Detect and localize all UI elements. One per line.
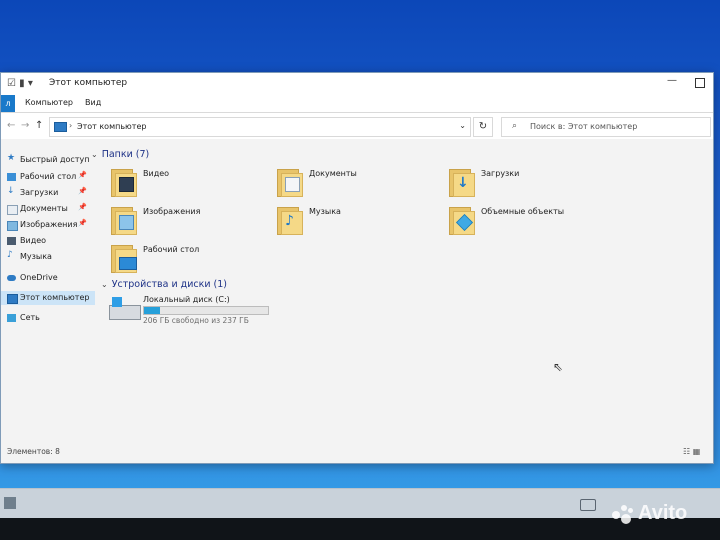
music-icon: ♪ <box>7 250 13 260</box>
view-toggle-icons[interactable]: ☷ ▦ <box>683 447 700 456</box>
search-input[interactable]: ⌕ Поиск в: Этот компьютер <box>501 117 711 137</box>
start-icon[interactable] <box>4 497 16 509</box>
computer-icon <box>54 122 67 132</box>
status-item-count: Элементов: 8 <box>7 447 60 456</box>
drive-usage-bar <box>143 306 269 315</box>
mouse-cursor-icon: ⇖ <box>553 360 564 374</box>
folders-group-header[interactable]: ⌄ Папки (7) <box>91 149 149 160</box>
star-icon: ★ <box>7 153 16 163</box>
keyboard-icon[interactable] <box>580 499 596 511</box>
computer-icon <box>7 294 18 304</box>
minimize-button[interactable]: — <box>667 75 677 86</box>
search-icon: ⌕ <box>512 121 518 131</box>
sidebar-item-desktop[interactable]: Рабочий стол 📌 <box>1 170 95 184</box>
folder-video[interactable]: Видео <box>111 167 271 201</box>
avito-logo-icon <box>612 504 634 524</box>
folder-desktop[interactable]: Рабочий стол <box>111 243 271 277</box>
downloads-folder-icon: ↓ <box>449 167 475 197</box>
sidebar-item-network[interactable]: Сеть <box>1 311 95 325</box>
forward-arrow-icon[interactable]: → <box>21 120 29 131</box>
folder-documents[interactable]: Документы <box>277 167 437 201</box>
video-icon <box>7 237 16 245</box>
drive-c[interactable]: Локальный диск (C:) 206 ГБ свободно из 2… <box>109 295 309 331</box>
address-path: Этот компьютер <box>77 122 147 131</box>
documents-icon <box>7 205 18 215</box>
drive-usage-fill <box>144 307 161 314</box>
music-folder-icon: ♪ <box>277 205 303 235</box>
navigation-pane: ★ Быстрый доступ Рабочий стол 📌 ↓ Загруз… <box>1 143 97 443</box>
chevron-down-icon[interactable]: ⌄ <box>91 150 98 159</box>
folder-music[interactable]: ♪ Музыка <box>277 205 437 239</box>
address-bar[interactable]: › Этот компьютер ⌄ <box>49 117 471 137</box>
chevron-right-icon[interactable]: › <box>69 121 72 130</box>
ribbon-tabs: л Компьютер Вид <box>1 95 713 113</box>
content-pane: ⌄ Папки (7) Видео Документы ↓ Загрузки И… <box>91 143 709 443</box>
sidebar-item-this-pc[interactable]: Этот компьютер <box>1 291 95 305</box>
window-title: Этот компьютер <box>49 78 128 88</box>
pin-icon[interactable]: 📌 <box>78 219 87 227</box>
chevron-down-icon[interactable]: ⌄ <box>101 280 108 289</box>
address-row: ← → ↑ › Этот компьютер ⌄ ↻ ⌕ Поиск в: Эт… <box>1 113 713 139</box>
avito-watermark: Avito <box>612 502 687 525</box>
sidebar-item-music[interactable]: ♪ Музыка <box>1 250 95 264</box>
desktop-folder-icon <box>111 243 137 273</box>
pin-icon[interactable]: 📌 <box>78 187 87 195</box>
drives-group-header[interactable]: ⌄ Устройства и диски (1) <box>101 279 227 290</box>
folder-3d-objects[interactable]: Объемные объекты <box>449 205 609 239</box>
tab-computer[interactable]: Компьютер <box>25 98 73 107</box>
cloud-icon <box>7 275 16 281</box>
search-placeholder: Поиск в: Этот компьютер <box>530 122 638 131</box>
title-bar: ☑ ▮ ▾ Этот компьютер — <box>1 73 713 95</box>
sidebar-item-video[interactable]: Видео <box>1 234 95 248</box>
quick-access-toolbar[interactable]: ☑ ▮ ▾ <box>7 78 33 89</box>
sidebar-item-quick-access[interactable]: ★ Быстрый доступ <box>1 153 95 167</box>
folder-pictures[interactable]: Изображения <box>111 205 271 239</box>
hard-drive-icon <box>109 297 141 320</box>
network-icon <box>7 314 16 322</box>
explorer-window: ☑ ▮ ▾ Этот компьютер — л Компьютер Вид ←… <box>0 72 714 464</box>
back-arrow-icon[interactable]: ← <box>7 120 15 131</box>
sidebar-item-documents[interactable]: Документы 📌 <box>1 202 95 216</box>
tab-file[interactable]: л <box>1 95 15 112</box>
up-arrow-icon[interactable]: ↑ <box>35 120 43 131</box>
chevron-down-icon[interactable]: ⌄ <box>459 121 466 130</box>
refresh-button[interactable]: ↻ <box>473 117 493 137</box>
folder-downloads[interactable]: ↓ Загрузки <box>449 167 609 201</box>
sidebar-item-downloads[interactable]: ↓ Загрузки 📌 <box>1 186 95 200</box>
download-icon: ↓ <box>7 186 15 196</box>
pictures-folder-icon <box>111 205 137 235</box>
3d-objects-folder-icon <box>449 205 475 235</box>
sidebar-item-onedrive[interactable]: OneDrive <box>1 271 95 285</box>
documents-folder-icon <box>277 167 303 197</box>
video-folder-icon <box>111 167 137 197</box>
sidebar-item-pictures[interactable]: Изображения 📌 <box>1 218 95 232</box>
tab-view[interactable]: Вид <box>85 98 101 107</box>
pictures-icon <box>7 221 18 231</box>
pin-icon[interactable]: 📌 <box>78 171 87 179</box>
desktop-icon <box>7 173 16 181</box>
pin-icon[interactable]: 📌 <box>78 203 87 211</box>
maximize-button[interactable] <box>695 78 705 88</box>
